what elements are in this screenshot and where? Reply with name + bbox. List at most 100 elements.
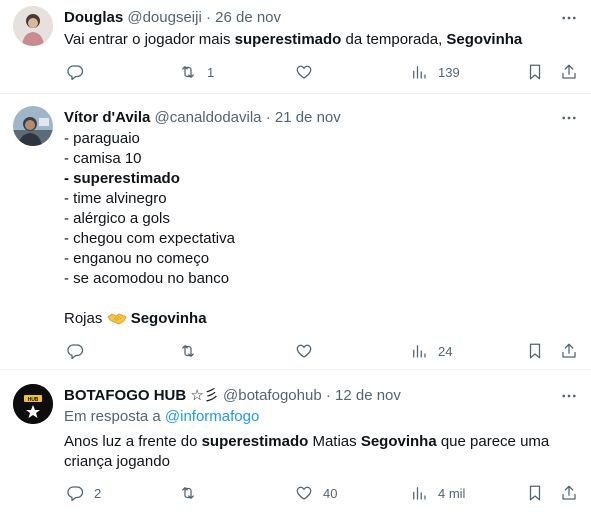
retweet-icon — [182, 345, 194, 357]
author-suffix: ☆彡 — [190, 387, 219, 404]
list-line: - chegou com expectativa — [64, 230, 235, 247]
text-line: criança jogando — [64, 453, 170, 470]
like-button[interactable]: 40 — [295, 483, 337, 503]
text-segment: Matias — [308, 433, 361, 450]
list-line: - se acomodou no banco — [64, 270, 230, 287]
bookmark-icon — [529, 64, 541, 80]
tweet-header: Douglas @dougseiji · 26 de nov — [64, 8, 281, 28]
text-segment: Vai entrar o jogador mais — [64, 31, 235, 48]
separator: · — [325, 387, 331, 404]
more-horizontal-icon[interactable] — [557, 8, 581, 28]
closing-line: Rojas Segovinha — [64, 309, 564, 332]
heart-icon — [296, 344, 312, 358]
closing-left: Rojas — [64, 310, 103, 327]
tweet-actions: 2 40 4 mil — [0, 483, 591, 503]
views-count: 4 mil — [438, 485, 466, 501]
text-segment: da temporada, — [341, 31, 447, 48]
bookmark-button[interactable] — [526, 341, 544, 361]
share-icon — [562, 343, 576, 358]
heart-icon — [296, 486, 312, 500]
reply-prefix: Em resposta a — [64, 408, 161, 425]
author-name[interactable]: BOTAFOGO HUB — [64, 387, 186, 404]
list-line: - enganou no começo — [64, 250, 210, 267]
author-name[interactable]: Vítor d'Avila — [64, 109, 150, 126]
more-horizontal-icon[interactable] — [557, 386, 581, 406]
views-button[interactable]: 139 — [410, 62, 460, 82]
bookmark-button[interactable] — [526, 483, 544, 503]
retweet-icon — [182, 487, 194, 499]
tweet-text: Vai entrar o jogador mais superestimado … — [64, 30, 564, 50]
views-icon — [413, 345, 426, 358]
tweet-text: - paraguaio - camisa 10 - superestimado … — [64, 129, 564, 332]
tweet-douglas[interactable]: Douglas @dougseiji · 26 de nov Vai entra… — [0, 0, 591, 94]
retweet-button[interactable] — [179, 483, 207, 503]
reply-count: 2 — [94, 485, 102, 501]
like-button[interactable] — [295, 341, 323, 361]
avatar-badge: HUB — [28, 397, 39, 403]
text-bold-segment: superestimado — [234, 31, 342, 48]
separator: · — [205, 9, 211, 26]
bookmark-button[interactable] — [526, 62, 544, 82]
list-line: - time alvinegro — [64, 190, 167, 207]
bookmark-icon — [529, 343, 541, 359]
closing-right: Segovinha — [130, 310, 207, 327]
text-segment: que parece uma — [436, 433, 550, 450]
more-horizontal-icon[interactable] — [557, 108, 581, 128]
text-segment: Anos luz a frente do — [64, 433, 202, 450]
tweet-date[interactable]: 21 de nov — [275, 109, 341, 126]
tweet-vitor[interactable]: Vítor d'Avila @canaldodavila · 21 de nov… — [0, 94, 591, 370]
separator: · — [265, 109, 271, 126]
reply-icon — [67, 486, 84, 502]
tweet-header: Vítor d'Avila @canaldodavila · 21 de nov — [64, 108, 341, 128]
author-handle[interactable]: @canaldodavila — [155, 109, 262, 126]
text-bold-segment: Segovinha — [360, 433, 437, 450]
list-line: - camisa 10 — [64, 150, 142, 167]
like-button[interactable] — [295, 62, 323, 82]
author-handle[interactable]: @botafogohub — [223, 387, 322, 404]
text-line: Anos luz a frente do superestimado Matia… — [64, 432, 564, 452]
retweet-count: 1 — [207, 64, 215, 80]
views-count: 139 — [438, 64, 460, 80]
reply-icon — [67, 65, 84, 81]
like-count: 40 — [323, 485, 338, 501]
share-button[interactable] — [560, 483, 578, 503]
reply-handle-link[interactable]: @informafogo — [165, 408, 259, 425]
retweet-icon — [182, 66, 194, 78]
list-line: - alérgico a gols — [64, 210, 170, 227]
tweet-date[interactable]: 26 de nov — [215, 9, 281, 26]
text-bold-segment: Segovinha — [446, 31, 523, 48]
tweet-botafogohub[interactable]: HUB BOTAFOGO HUB ☆彡 @botafogohub · 12 de… — [0, 370, 591, 516]
views-count: 24 — [438, 343, 453, 359]
views-icon — [413, 66, 426, 79]
share-button[interactable] — [560, 341, 578, 361]
reply-button[interactable] — [66, 62, 94, 82]
avatar[interactable] — [13, 106, 53, 146]
views-button[interactable]: 24 — [410, 341, 452, 361]
tweet-text: Anos luz a frente do superestimado Matia… — [64, 432, 564, 472]
list-line: - superestimado — [64, 170, 180, 187]
avatar[interactable]: HUB — [13, 384, 53, 424]
text-bold-segment: superestimado — [201, 433, 309, 450]
bookmark-icon — [529, 485, 541, 501]
tweet-actions: 24 — [0, 341, 591, 361]
avatar[interactable] — [13, 6, 53, 46]
tweet-header: BOTAFOGO HUB ☆彡 @botafogohub · 12 de nov — [64, 386, 401, 406]
tweet-actions: 1 139 — [0, 62, 591, 82]
retweet-button[interactable]: 1 — [179, 62, 214, 82]
list-line: - paraguaio — [64, 130, 140, 147]
reply-context: Em resposta a @informafogo — [64, 407, 259, 427]
author-name[interactable]: Douglas — [64, 9, 123, 26]
reply-button[interactable] — [66, 341, 94, 361]
reply-icon — [67, 344, 84, 360]
share-icon — [562, 485, 576, 500]
tweet-date[interactable]: 12 de nov — [335, 387, 401, 404]
views-icon — [413, 487, 426, 500]
author-handle[interactable]: @dougseiji — [127, 9, 201, 26]
handshake-icon — [106, 310, 127, 332]
share-icon — [562, 64, 576, 79]
reply-button[interactable]: 2 — [66, 483, 101, 503]
retweet-button[interactable] — [179, 341, 207, 361]
share-button[interactable] — [560, 62, 578, 82]
views-button[interactable]: 4 mil — [410, 483, 465, 503]
